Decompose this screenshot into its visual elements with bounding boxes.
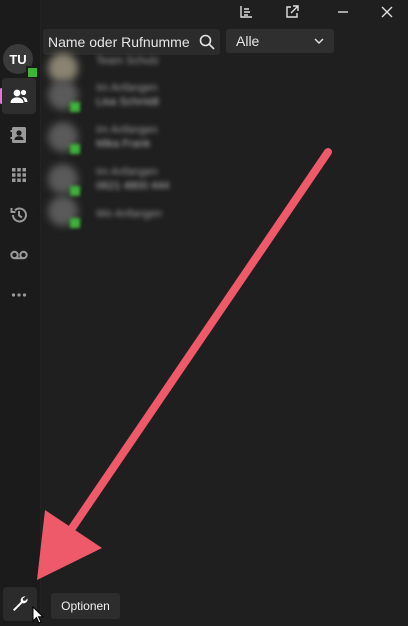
list-item[interactable]: Im Anfangen Mika Frank: [48, 122, 298, 162]
chart-icon[interactable]: [235, 2, 257, 22]
history-icon: [10, 207, 27, 223]
nav-voicemail[interactable]: [0, 237, 38, 273]
contact-status-indicator: [70, 218, 80, 228]
chevron-down-icon: [314, 38, 324, 44]
close-icon[interactable]: [376, 2, 398, 22]
nav-more[interactable]: [0, 277, 38, 313]
contact-line1: Wo Anfangen: [96, 208, 162, 220]
minimize-icon[interactable]: [332, 2, 354, 22]
nav-address-book[interactable]: [0, 117, 38, 153]
wrench-icon: [13, 596, 28, 611]
list-item[interactable]: Im Anfangen Lisa Schmidt: [48, 80, 298, 120]
search-icon[interactable]: [199, 34, 215, 50]
nav-contacts[interactable]: [2, 78, 36, 114]
contact-line2: Lisa Schmidt: [96, 96, 159, 108]
list-item[interactable]: Wo Anfangen: [48, 196, 298, 236]
more-icon: [11, 293, 27, 297]
nav-history[interactable]: [0, 197, 38, 233]
filter-dropdown[interactable]: Alle: [226, 29, 334, 53]
contact-line1: Im Anfangen: [96, 166, 158, 178]
dialpad-icon: [12, 168, 26, 182]
left-nav-rail: TU: [0, 0, 41, 626]
external-link-icon[interactable]: [281, 2, 303, 22]
contact-status-indicator: [70, 186, 80, 196]
filter-selected-value: Alle: [236, 33, 260, 49]
nav-dialpad[interactable]: [0, 157, 38, 193]
search-box[interactable]: [43, 29, 220, 55]
contact-status-indicator: [70, 102, 80, 112]
voicemail-icon: [10, 250, 28, 260]
avatar-initials: TU: [9, 51, 27, 67]
search-input[interactable]: [43, 30, 197, 54]
contacts-icon: [10, 89, 28, 103]
contact-line1: Im Anfangen: [96, 124, 158, 136]
contact-line2: 0621 4800 444: [96, 180, 170, 192]
contact-line1: Im Anfangen: [96, 82, 158, 94]
contact-avatar: [48, 53, 78, 83]
address-book-icon: [10, 127, 26, 143]
tooltip: Optionen: [51, 593, 120, 619]
contact-status-indicator: [70, 144, 80, 154]
tooltip-text: Optionen: [61, 599, 110, 613]
mouse-cursor-icon: [32, 606, 44, 624]
contact-line1: Team Schulz: [96, 55, 159, 67]
contact-line2: Mika Frank: [96, 138, 151, 150]
